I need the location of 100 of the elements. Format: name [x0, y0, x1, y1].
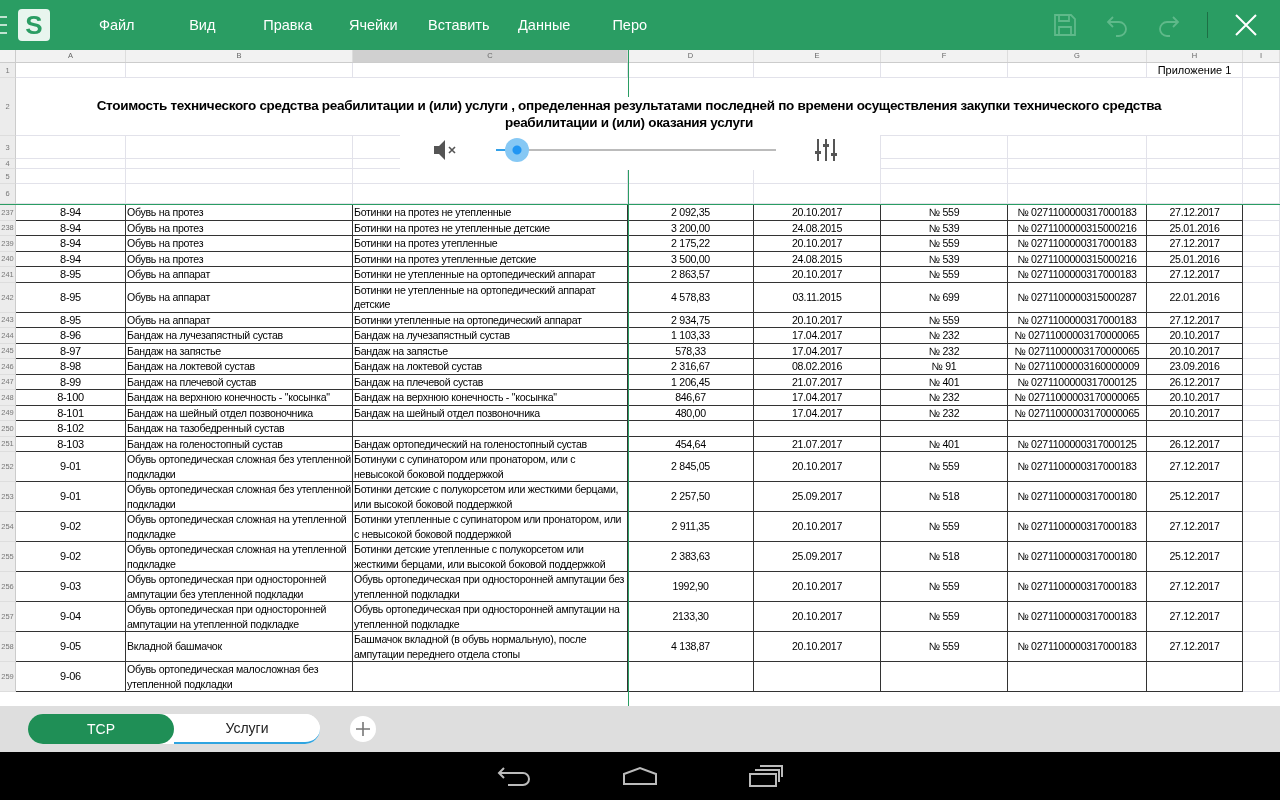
table-cell: 20.10.2017: [754, 267, 881, 283]
table-cell: Обувь на протез: [126, 205, 353, 221]
table-cell: 9-02: [16, 512, 126, 542]
empty-cell: [1243, 512, 1280, 542]
table-cell: № 559: [881, 602, 1008, 632]
table-cell: 20.10.2017: [754, 312, 881, 328]
table-cell: 27.12.2017: [1147, 236, 1243, 252]
back-icon[interactable]: [496, 765, 532, 787]
menu-item[interactable]: Вставить: [416, 11, 502, 39]
menu-item[interactable]: Правка: [245, 11, 331, 39]
empty-cell: [1243, 390, 1280, 406]
table-cell: Обувь на протез: [126, 251, 353, 267]
table-cell: 8-96: [16, 328, 126, 344]
recent-apps-icon[interactable]: [748, 764, 784, 788]
add-sheet-icon[interactable]: [350, 716, 376, 742]
table-cell: № 559: [881, 267, 1008, 283]
table-cell: 20.10.2017: [754, 602, 881, 632]
table-cell: 20.10.2017: [1147, 343, 1243, 359]
menu-item[interactable]: Данные: [501, 11, 587, 39]
table-cell: № 232: [881, 328, 1008, 344]
table-cell: Обувь ортопедическая при односторонней ампутации без утепленной подкладки: [126, 572, 353, 602]
table-cell: 20.10.2017: [1147, 328, 1243, 344]
table-cell: 8-101: [16, 405, 126, 421]
table-cell: 27.12.2017: [1147, 452, 1243, 482]
sheet-tab[interactable]: Услуги: [174, 714, 320, 744]
table-cell: № 0271100000315000216: [1008, 251, 1147, 267]
table-cell: 08.02.2016: [754, 359, 881, 375]
menu-item[interactable]: Перо: [587, 11, 673, 39]
table-cell: Бандаж на запястье: [353, 343, 628, 359]
app-logo: S: [18, 9, 50, 41]
table-cell: № 559: [881, 236, 1008, 252]
table-cell: Бандаж на голеностопный сустав: [126, 436, 353, 452]
empty-cell: [1243, 220, 1280, 236]
empty-cell: [1243, 159, 1280, 169]
home-icon[interactable]: [622, 766, 658, 786]
table-cell: Ботинки на протез не утепленные: [353, 205, 628, 221]
table-cell: № 0271100000317000183: [1008, 452, 1147, 482]
empty-cell: [1243, 542, 1280, 572]
table-cell: Обувь ортопедическая при односторонней ампутации на утепленной подкладке: [126, 602, 353, 632]
table-cell: 9-01: [16, 482, 126, 512]
table-cell: Обувь на протез: [126, 220, 353, 236]
table-cell: 17.04.2017: [754, 343, 881, 359]
table-cell: 20.10.2017: [1147, 405, 1243, 421]
menu-item[interactable]: Вид: [159, 11, 245, 39]
table-cell: Ботинки на протез утепленные: [353, 236, 628, 252]
table-cell: Обувь ортопедическая сложная на утепленной подкладке: [126, 542, 353, 572]
empty-cell: [1243, 267, 1280, 283]
table-cell: 20.10.2017: [754, 236, 881, 252]
table-cell: 8-95: [16, 282, 126, 313]
table-cell: Башмачок вкладной (в обувь нормальную), после ампутации переднего отдела стопы: [353, 632, 628, 662]
empty-cell: [1243, 282, 1280, 313]
table-cell: № 559: [881, 312, 1008, 328]
table-cell: 20.10.2017: [754, 512, 881, 542]
table-cell: № 02711000003170000065: [1008, 343, 1147, 359]
table-cell: 03.11.2015: [754, 282, 881, 313]
table-cell: № 559: [881, 572, 1008, 602]
table-cell: Бандаж на локтевой сустав: [126, 359, 353, 375]
table-cell: № 0271100000317000183: [1008, 632, 1147, 662]
table-cell: 25.12.2017: [1147, 542, 1243, 572]
menu-item[interactable]: Файл: [74, 11, 160, 39]
table-cell: № 0271100000317000180: [1008, 482, 1147, 512]
table-cell: № 0271100000315000287: [1008, 282, 1147, 313]
table-cell: Вкладной башмачок: [126, 632, 353, 662]
equalizer-icon[interactable]: [812, 136, 840, 164]
table-cell: № 559: [881, 632, 1008, 662]
table-cell: Бандаж на лучезапястный сустав: [126, 328, 353, 344]
table-cell: 20.10.2017: [754, 205, 881, 221]
table-cell: 9-06: [16, 662, 126, 692]
table-cell: № 02711000003160000009: [1008, 359, 1147, 375]
table-cell: 27.12.2017: [1147, 632, 1243, 662]
table-cell: Бандаж на запястье: [126, 343, 353, 359]
table-cell: Обувь ортопедическая сложная без утепленной подкладки: [126, 452, 353, 482]
table-cell: 25.09.2017: [754, 482, 881, 512]
table-cell: Обувь на протез: [126, 236, 353, 252]
empty-cell: [1243, 169, 1280, 184]
empty-cell: [1243, 572, 1280, 602]
table-cell: Бандаж на плечевой сустав: [353, 374, 628, 390]
sheet-tab[interactable]: ТСР: [28, 714, 174, 744]
empty-cell: [1243, 359, 1280, 375]
table-cell: Ботинки утепленные на ортопедический аппарат: [353, 312, 628, 328]
empty-cell: [1243, 63, 1280, 78]
table-cell: 20.10.2017: [1147, 390, 1243, 406]
menu-item[interactable]: Ячейки: [330, 11, 416, 39]
table-cell: Ботинки детские утепленные с полукорсетом или жесткими берцами, или высокой боковой поддержкой: [353, 542, 628, 572]
table-cell: № 232: [881, 343, 1008, 359]
empty-cell: [1243, 632, 1280, 662]
table-cell: № 02711000003170000065: [1008, 405, 1147, 421]
table-cell: 8-94: [16, 251, 126, 267]
empty-cell: [1243, 405, 1280, 421]
table-cell: 8-97: [16, 343, 126, 359]
table-cell: № 518: [881, 482, 1008, 512]
table-cell: Обувь на аппарат: [126, 267, 353, 283]
table-cell: № 699: [881, 282, 1008, 313]
table-cell: 17.04.2017: [754, 390, 881, 406]
table-cell: № 0271100000317000125: [1008, 374, 1147, 390]
table-cell: 25.01.2016: [1147, 220, 1243, 236]
table-cell: № 0271100000315000216: [1008, 220, 1147, 236]
table-cell: 27.12.2017: [1147, 512, 1243, 542]
table-cell: № 0271100000317000183: [1008, 602, 1147, 632]
empty-cell: [1243, 436, 1280, 452]
